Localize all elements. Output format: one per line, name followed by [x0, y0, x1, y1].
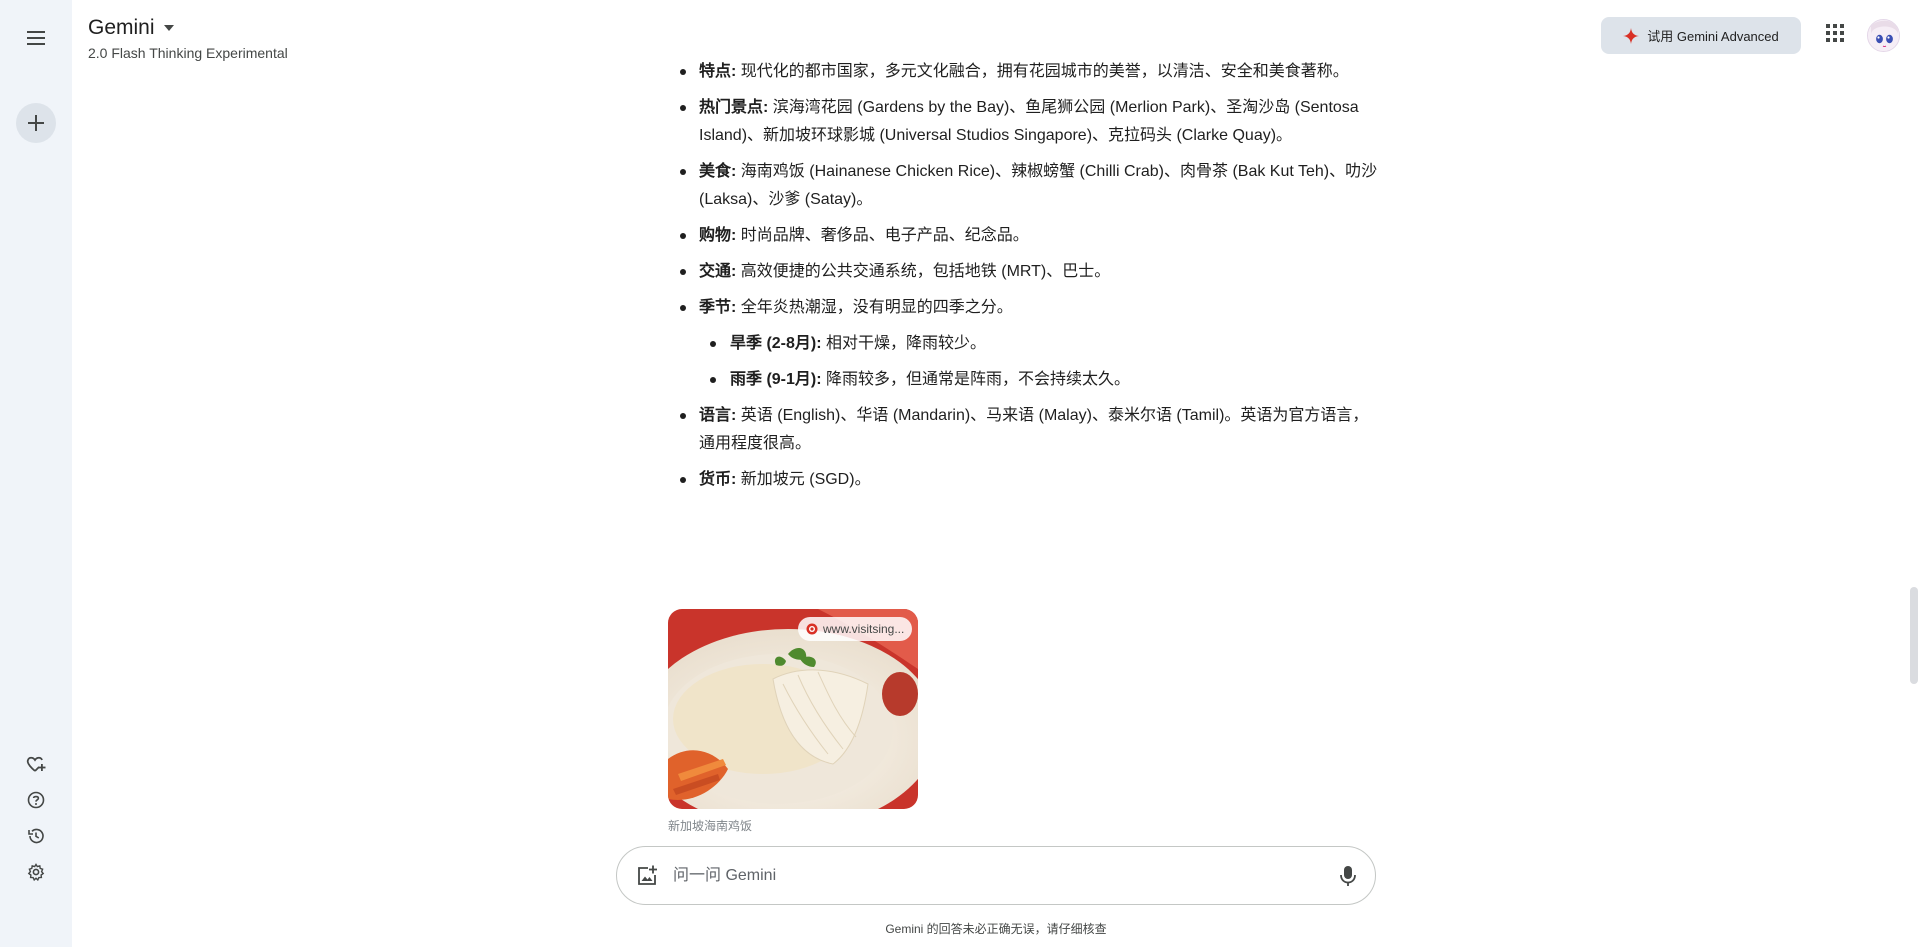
- item-text: 滨海湾花园 (Gardens by the Bay)、鱼尾狮公园 (Merlio…: [699, 99, 1359, 144]
- anime-avatar-icon: [1868, 20, 1899, 51]
- item-label: 语言:: [699, 407, 737, 424]
- item-label: 旱季 (2-8月):: [730, 335, 822, 352]
- mic-icon: [1340, 866, 1356, 886]
- item-label: 货币:: [699, 471, 737, 488]
- scrollbar-thumb[interactable]: [1910, 587, 1918, 684]
- item-text: 现代化的都市国家，多元文化融合，拥有花园城市的美誉，以清洁、安全和美食著称。: [736, 63, 1349, 80]
- history-icon: [28, 828, 44, 844]
- disclaimer: Gemini 的回答未必正确无误，请仔细核查: [885, 922, 1107, 936]
- help-button[interactable]: [24, 788, 48, 812]
- add-image-icon: [638, 865, 657, 885]
- item-text: 时尚品牌、奢侈品、电子产品、纪念品。: [736, 227, 1029, 244]
- response-content: 特点: 现代化的都市国家，多元文化融合，拥有花园城市的美誉，以清洁、安全和美食著…: [675, 58, 1380, 502]
- settings-button[interactable]: [24, 860, 48, 884]
- item-text: 英语 (English)、华语 (Mandarin)、马来语 (Malay)、泰…: [699, 407, 1369, 452]
- item-text: 新加坡元 (SGD)。: [736, 471, 871, 488]
- item-label: 美食:: [699, 163, 737, 180]
- plus-icon: [28, 115, 44, 131]
- sparkle-icon: [1623, 27, 1640, 44]
- site-favicon-icon: [806, 623, 818, 635]
- sub-list-item: 雨季 (9-1月): 降雨较多，但通常是阵雨，不会持续太久。: [675, 366, 1380, 394]
- item-label: 季节:: [699, 299, 737, 316]
- heart-plus-icon: [26, 756, 46, 772]
- model-switcher[interactable]: Gemini: [88, 16, 175, 40]
- sidebar: [0, 0, 72, 947]
- try-advanced-label: 试用 Gemini Advanced: [1647, 29, 1779, 44]
- item-label: 热门景点:: [699, 99, 769, 116]
- caret-down-icon: [163, 25, 174, 31]
- model-name: 2.0 Flash Thinking Experimental: [88, 45, 288, 61]
- image-caption: 新加坡海南鸡饭: [668, 819, 753, 833]
- list-item: 热门景点: 滨海湾花园 (Gardens by the Bay)、鱼尾狮公园 (…: [675, 94, 1380, 150]
- image-card[interactable]: www.visitsing...: [668, 609, 918, 809]
- new-chat-button[interactable]: [16, 103, 56, 143]
- sub-list-item: 旱季 (2-8月): 相对干燥，降雨较少。: [675, 330, 1380, 358]
- apps-grid-icon: [1826, 24, 1844, 42]
- list-item: 特点: 现代化的都市国家，多元文化融合，拥有花园城市的美誉，以清洁、安全和美食著…: [675, 58, 1380, 86]
- list-item: 货币: 新加坡元 (SGD)。: [675, 466, 1380, 494]
- image-source-chip[interactable]: www.visitsing...: [798, 617, 913, 641]
- item-label: 雨季 (9-1月):: [730, 371, 822, 388]
- item-text: 高效便捷的公共交通系统，包括地铁 (MRT)、巴士。: [736, 263, 1111, 280]
- prompt-input[interactable]: [673, 861, 1273, 891]
- google-apps-button[interactable]: [1826, 24, 1848, 46]
- menu-icon: [27, 31, 45, 45]
- header: Gemini 2.0 Flash Thinking Experimental 试…: [72, 0, 1920, 64]
- item-text: 相对干燥，降雨较少。: [821, 335, 987, 352]
- item-label: 特点:: [699, 63, 737, 80]
- list-item: 季节: 全年炎热潮湿，没有明显的四季之分。: [675, 294, 1380, 322]
- gem-manager-button[interactable]: [24, 752, 48, 776]
- list-item: 交通: 高效便捷的公共交通系统，包括地铁 (MRT)、巴士。: [675, 258, 1380, 286]
- clipped-previous-line: [699, 48, 819, 58]
- list-item: 美食: 海南鸡饭 (Hainanese Chicken Rice)、辣椒螃蟹 (…: [675, 158, 1380, 214]
- item-text: 全年炎热潮湿，没有明显的四季之分。: [736, 299, 1013, 316]
- prompt-bar: [616, 846, 1376, 905]
- item-text: 海南鸡饭 (Hainanese Chicken Rice)、辣椒螃蟹 (Chil…: [699, 163, 1378, 208]
- menu-button[interactable]: [16, 18, 56, 58]
- image-source-label: www.visitsing...: [823, 622, 905, 636]
- activity-button[interactable]: [24, 824, 48, 848]
- info-list: 特点: 现代化的都市国家，多元文化融合，拥有花园城市的美誉，以清洁、安全和美食著…: [675, 58, 1380, 494]
- avatar[interactable]: [1867, 19, 1900, 52]
- voice-input-button[interactable]: [1339, 864, 1357, 893]
- item-text: 降雨较多，但通常是阵雨，不会持续太久。: [821, 371, 1131, 388]
- gear-icon: [27, 863, 45, 881]
- app-title: Gemini: [88, 16, 155, 39]
- try-advanced-button[interactable]: 试用 Gemini Advanced: [1601, 17, 1801, 54]
- list-item: 购物: 时尚品牌、奢侈品、电子产品、纪念品。: [675, 222, 1380, 250]
- help-icon: [27, 791, 45, 809]
- upload-image-button[interactable]: [635, 864, 659, 893]
- item-label: 交通:: [699, 263, 737, 280]
- list-item: 语言: 英语 (English)、华语 (Mandarin)、马来语 (Mala…: [675, 402, 1380, 458]
- item-label: 购物:: [699, 227, 737, 244]
